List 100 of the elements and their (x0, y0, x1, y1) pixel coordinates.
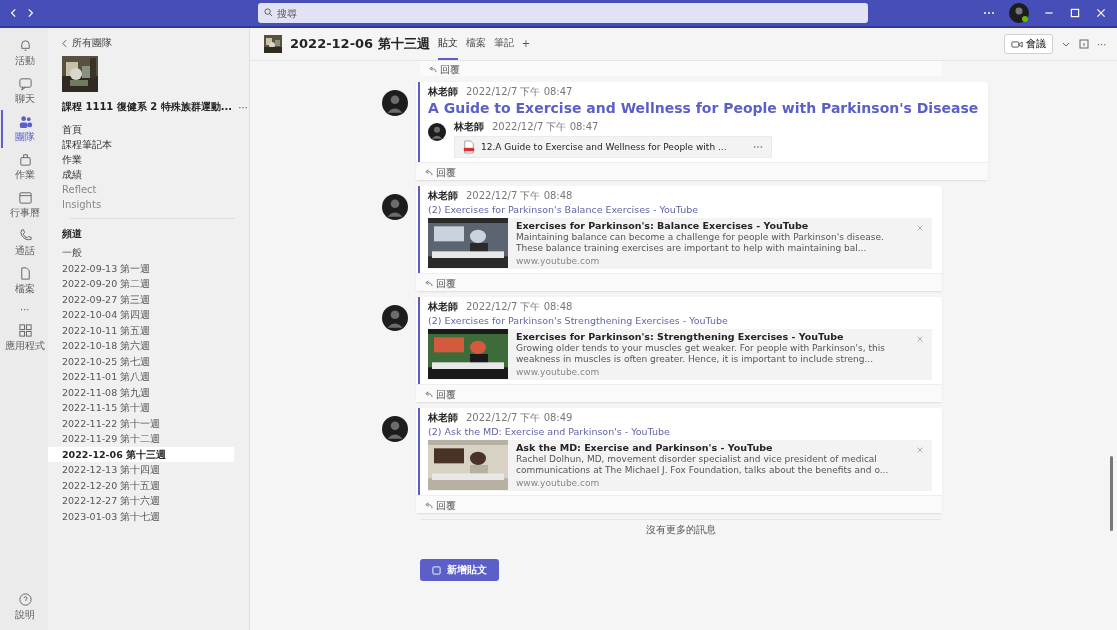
reply-button[interactable]: 回覆 (424, 388, 456, 401)
channel-item[interactable]: 2022-10-11 第五週 (48, 322, 234, 338)
link-preview-card[interactable] (428, 218, 932, 269)
maximize-icon[interactable] (1069, 7, 1081, 19)
channel-item[interactable]: 2022-11-15 第十週 (48, 400, 234, 416)
rail-item[interactable]: 應用程式 (1, 319, 47, 357)
calendar-icon (17, 190, 33, 205)
channel-item[interactable]: 2022-10-04 第四週 (48, 307, 234, 323)
channel-item[interactable]: 2022-09-20 第二週 (48, 276, 234, 292)
channel-item[interactable]: 一般 (48, 245, 234, 261)
reply-icon (424, 502, 433, 509)
post-time: 2022/12/7 下午 08:47 (466, 86, 573, 98)
preview-title: Ask the MD: Exercise and Parkinson's - YouTube (516, 442, 774, 453)
search-field[interactable]: 搜尋 (258, 3, 868, 23)
author-name: 林老師 (428, 301, 458, 313)
preview-domain: www.youtube.com (516, 478, 601, 489)
post-time: 2022/12/7 下午 08:48 (466, 301, 573, 313)
channel-item[interactable]: 2023-01-03 第十七週 (48, 508, 234, 524)
back-chevron-icon[interactable] (62, 38, 67, 48)
preview-domain: www.youtube.com (516, 367, 601, 378)
rail-item[interactable]: 活動 (1, 34, 47, 72)
more-options-button[interactable]: ⋯ (1097, 38, 1107, 50)
more-icon[interactable] (753, 145, 763, 149)
link-preview-card[interactable] (428, 440, 932, 491)
document-icon (463, 140, 475, 154)
channel-tab[interactable]: 檔案 (465, 28, 486, 60)
rail-item[interactable]: 檔案 (1, 262, 47, 300)
post-time: 2022/12/7 下午 08:49 (466, 412, 573, 424)
all-teams-link[interactable]: 所有團隊 (72, 36, 112, 50)
channel-item[interactable]: 2022-12-27 第十六週 (48, 493, 234, 509)
channel-item[interactable]: 2022-10-18 第六週 (48, 338, 234, 354)
channel-item[interactable]: 2022-09-13 第一週 (48, 260, 234, 276)
channel-title: 2022-12-06 第十三週 (290, 35, 430, 53)
profile-avatar-icon[interactable] (1009, 3, 1029, 23)
end-of-feed-note: 沒有更多的訊息 (421, 519, 941, 537)
rail-item[interactable]: 聊天 (1, 72, 47, 110)
channel-item[interactable]: 2022-11-22 第十一週 (48, 415, 234, 431)
file-attachment[interactable]: 12.A Guide to Exercise and Wellness for People with ... (454, 136, 772, 158)
reply-icon (424, 280, 433, 287)
avatar-icon (382, 305, 408, 331)
reply-icon (424, 391, 433, 398)
avatar-icon (428, 123, 446, 141)
team-menu-item[interactable]: 課程筆記本 (62, 137, 249, 152)
channel-item[interactable]: 2022-11-08 第九週 (48, 384, 234, 400)
channels-heading: 頻道 (62, 227, 83, 241)
apps-icon (17, 323, 33, 338)
team-menu-item[interactable]: 首頁 (62, 122, 249, 137)
author-name: 林老師 (428, 412, 458, 424)
team-menu-item[interactable]: 作業 (62, 152, 249, 167)
channel-item[interactable]: 2022-10-25 第七週 (48, 353, 234, 369)
reply-icon (428, 66, 437, 73)
help-button[interactable]: 說明 (1, 588, 47, 626)
rail-item[interactable]: ⋯ (1, 300, 47, 319)
preview-domain: www.youtube.com (516, 256, 601, 267)
channel-item[interactable]: 2022-11-01 第八週 (48, 369, 234, 385)
chat-icon (17, 76, 33, 91)
more-options-button[interactable]: ⋯ (236, 101, 251, 113)
rail-item[interactable]: 作業 (1, 148, 47, 186)
reply-button[interactable]: 回覆 (424, 166, 456, 179)
reply-button[interactable]: 回覆 (424, 277, 456, 290)
preview-description: Rachel Dolhun, MD, movement disorder specialist and vice president of medical communications at The Michael J. Fox Foundation, talks about the benefits and o... (516, 454, 890, 476)
meet-button[interactable]: 會議 (1004, 34, 1053, 54)
reply-button[interactable]: 回覆 (428, 63, 460, 76)
video-camera-icon (1011, 39, 1023, 49)
team-menu-item[interactable]: 成績 (62, 167, 249, 182)
search-icon (264, 8, 273, 17)
video-link[interactable]: (2) Exercises for Parkinson's Balance Exercises - YouTube (428, 204, 932, 216)
new-post-button[interactable]: 新增貼文 (420, 559, 499, 581)
preview-title: Exercises for Parkinson's: Balance Exercises - YouTube (516, 220, 810, 231)
author-name: 林老師 (454, 121, 484, 133)
video-link[interactable]: (2) Exercises for Parkinson's Strengthening Exercises - YouTube (428, 315, 932, 327)
team-name: 課程 1111 復健系 2 特殊族群運動... (62, 100, 233, 114)
reply-button[interactable]: 回覆 (424, 499, 456, 512)
post-time: 2022/12/7 下午 08:47 (492, 121, 599, 133)
channel-item[interactable]: 2022-12-13 第十四週 (48, 462, 234, 478)
rail-item[interactable]: 行事曆 (1, 186, 47, 224)
help-icon (17, 592, 33, 607)
reply-icon (424, 169, 433, 176)
channel-item[interactable]: 2022-09-27 第三週 (48, 291, 234, 307)
phone-icon (17, 228, 33, 243)
add-tab-button[interactable]: + (521, 29, 531, 59)
post-heading: A Guide to Exercise and Wellness for People with Parkinson's Disease (428, 100, 979, 117)
author-name: 林老師 (428, 86, 458, 98)
channel-item[interactable]: 2022-11-29 第十二週 (48, 431, 234, 447)
link-preview-card[interactable] (428, 329, 932, 380)
channel-item[interactable]: 2022-12-20 第十五週 (48, 477, 234, 493)
avatar-icon (382, 194, 408, 220)
preview-title: Exercises for Parkinson's: Strengthening Exercises - YouTube (516, 331, 845, 342)
team-icon (17, 114, 33, 129)
preview-description: Growing older tends to your muscles get weaker. For people with Parkinson's, this weakness in muscles is often greater. Hence, it is important to include streng... (516, 343, 886, 365)
avatar-icon (382, 90, 408, 116)
channel-tab[interactable]: 筆記 (493, 28, 514, 60)
post-time: 2022/12/7 下午 08:48 (466, 190, 573, 202)
video-link[interactable]: (2) Ask the MD: Exercise and Parkinson's - YouTube (428, 426, 932, 438)
bag-icon (17, 152, 33, 167)
author-name: 林老師 (428, 190, 458, 202)
avatar-icon (382, 416, 408, 442)
channel-item[interactable]: 2022-12-06 第十三週 (48, 446, 234, 462)
preview-description: Maintaining balance can become a challenge for people with Parkinson's disease. These balance training exercises are important to help with maintaining bal... (516, 232, 885, 254)
rail-item[interactable]: 通話 (1, 224, 47, 262)
